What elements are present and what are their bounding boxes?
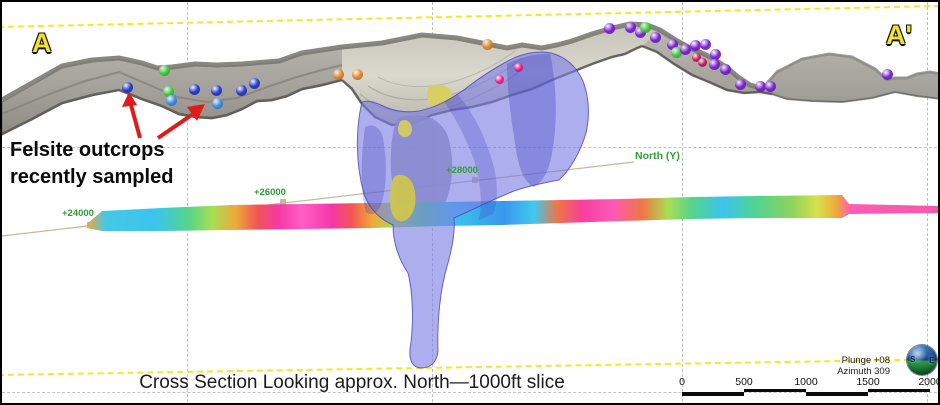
drill-collar-blue: [122, 82, 133, 93]
section-label-a: A: [32, 30, 52, 57]
cross-section-viewport[interactable]: A A' Felsite outcrops recently sampled +…: [0, 0, 940, 405]
caption: Cross Section Looking approx. North—1000…: [102, 373, 602, 394]
drill-collar-lightblue: [212, 98, 223, 109]
drill-collar-lightblue: [166, 95, 177, 106]
drill-collar-purple: [755, 81, 766, 92]
drill-collar-purple: [604, 23, 615, 34]
drill-collar-green: [640, 22, 651, 33]
drill-collar-blue: [249, 78, 260, 89]
drill-collar-orange: [333, 69, 344, 80]
drill-collar-orange: [482, 39, 493, 50]
scale-segment: [744, 389, 806, 393]
axis-tick-label: +24000: [62, 209, 94, 219]
outcrop-annotation-line1: Felsite outcrops: [10, 140, 164, 160]
outcrop-annotation-line2: recently sampled: [10, 167, 173, 187]
view-orientation-globe-icon[interactable]: S E: [907, 345, 937, 375]
geophysics-slice: [87, 195, 938, 231]
plunge-azimuth-readout: Plunge +08 Azimuth 309: [837, 356, 890, 378]
scale-label: 500: [722, 377, 766, 388]
drill-collar-purple: [720, 64, 731, 75]
scale-segment: [868, 389, 930, 393]
drill-collar-blue: [236, 85, 247, 96]
drill-collar-purple: [765, 81, 776, 92]
scale-label: 1500: [846, 377, 890, 388]
drill-collar-purple: [650, 32, 661, 43]
drill-collar-crimson: [698, 58, 707, 67]
axis-tick-label: +26000: [254, 188, 286, 198]
section-label-a-prime: A': [886, 22, 912, 49]
drill-collar-purple: [882, 69, 893, 80]
axis-tick-label: +28000: [446, 166, 478, 176]
drill-collar-purple: [680, 44, 691, 55]
axis-tick-marker: [281, 200, 286, 205]
drill-collar-green: [159, 65, 170, 76]
scale-label: 2000: [908, 377, 940, 388]
scene-3d[interactable]: [2, 2, 940, 405]
scale-segment: [806, 392, 868, 396]
drill-collar-purple: [625, 22, 636, 33]
compass-letter-e: E: [929, 356, 934, 365]
drill-collar-purple: [700, 39, 711, 50]
scale-segment: [682, 392, 744, 396]
drill-collar-blue: [189, 84, 200, 95]
drill-collar-purple: [710, 49, 721, 60]
drill-collar-purple: [690, 40, 701, 51]
drill-collar-pink: [495, 75, 504, 84]
compass-letter-s: S: [910, 355, 915, 364]
drill-collar-pink: [514, 63, 523, 72]
drill-collar-purple: [735, 79, 746, 90]
scale-label: 0: [660, 377, 704, 388]
drill-collar-purple: [709, 59, 720, 70]
scale-label: 1000: [784, 377, 828, 388]
north-axis-label: North (Y): [635, 151, 680, 162]
drill-collar-blue: [211, 85, 222, 96]
drill-collar-orange: [352, 69, 363, 80]
